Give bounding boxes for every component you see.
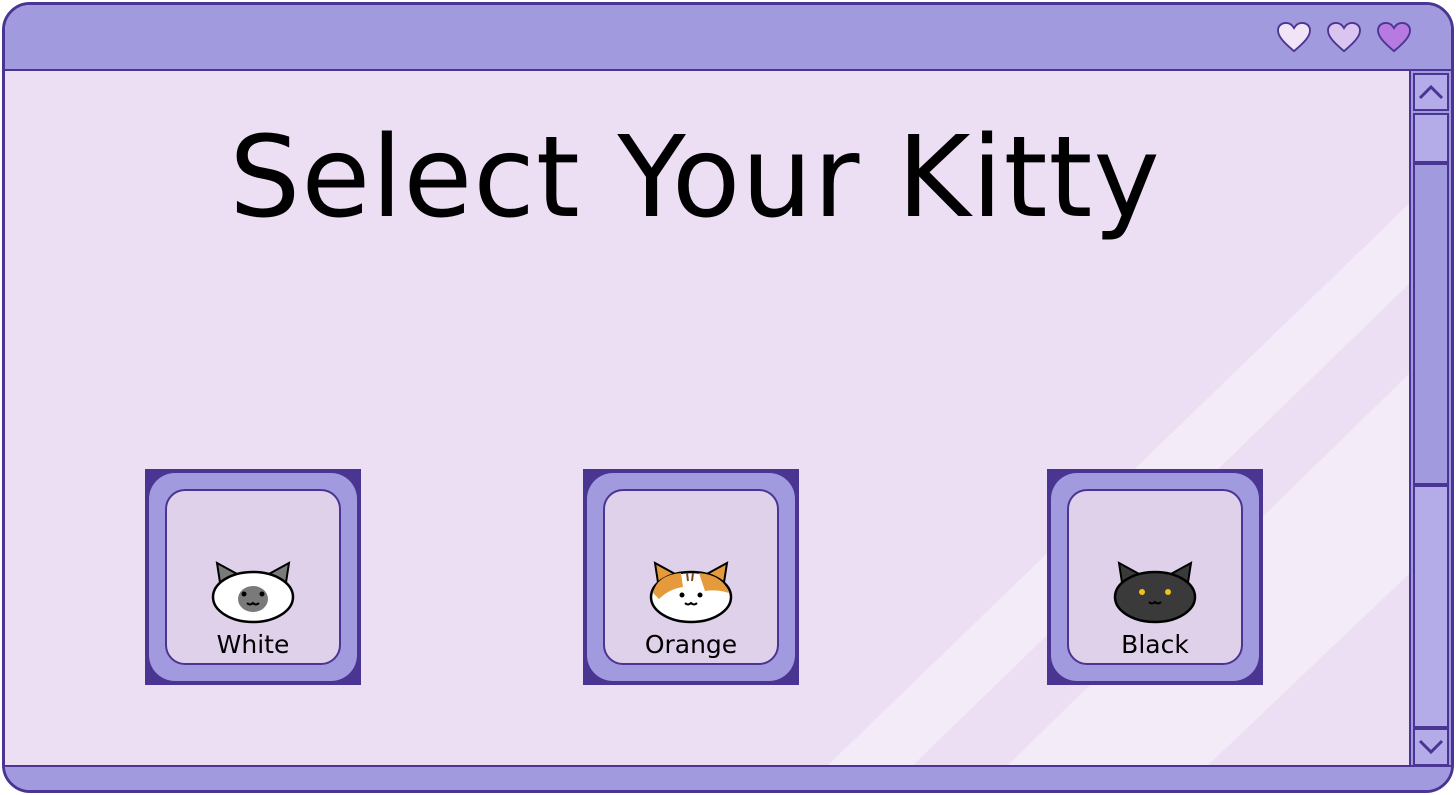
orange-kitty-button[interactable]: Orange [583,469,799,685]
scroll-track-upper[interactable] [1413,113,1449,163]
game-window: Select Your Kitty White Orange Black [2,2,1454,793]
white-kitty-label: White [216,630,290,659]
orange-kitty-label: Orange [644,630,738,659]
heart-icon [1277,21,1311,53]
chevron-up-icon [1418,84,1444,100]
scroll-track-lower[interactable] [1413,485,1449,728]
content-area: Select Your Kitty White Orange Black [5,71,1412,768]
black-kitty-button[interactable]: Black [1047,469,1263,685]
black-kitty-label: Black [1121,630,1189,659]
tile-inner: White [165,489,341,665]
vertical-scrollbar[interactable] [1409,71,1451,768]
heart-icon [1327,21,1361,53]
page-title: Select Your Kitty [229,113,1161,243]
chevron-down-icon [1418,739,1444,755]
scroll-thumb[interactable] [1413,163,1449,485]
heart-icon [1377,21,1411,53]
title-bar [5,5,1451,71]
lives-hearts [1275,21,1413,53]
scroll-down-button[interactable] [1413,728,1449,766]
white-kitty-button[interactable]: White [145,469,361,685]
white-cat-icon [211,561,295,624]
tile-inner: Black [1067,489,1243,665]
tile-frame: White [149,473,357,681]
tile-frame: Black [1051,473,1259,681]
tile-frame: Orange [587,473,795,681]
bottom-bar [5,765,1451,790]
black-cat-icon [1113,561,1197,624]
scroll-up-button[interactable] [1413,73,1449,111]
orange-cat-icon [649,561,733,624]
tile-inner: Orange [603,489,779,665]
